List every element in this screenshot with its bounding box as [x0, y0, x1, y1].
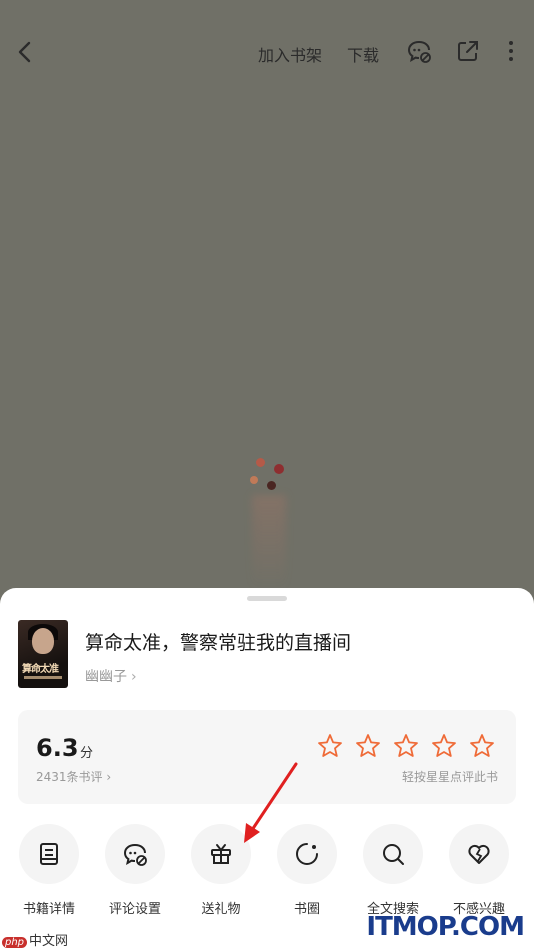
star-icon[interactable]: [392, 732, 420, 760]
star-icon[interactable]: [430, 732, 458, 760]
gift-icon: [211, 844, 231, 864]
download-button[interactable]: 下载: [347, 42, 379, 66]
loading-glow: [252, 495, 286, 590]
share-icon[interactable]: [455, 38, 481, 64]
rating-score-unit: 分: [80, 746, 94, 761]
more-icon[interactable]: [498, 38, 524, 64]
book-cover[interactable]: 算命太准: [18, 620, 68, 688]
comment-setting-icon[interactable]: [406, 38, 432, 64]
review-count-link[interactable]: 2431条书评 ›: [36, 768, 111, 785]
star-icon[interactable]: [354, 732, 382, 760]
star-icon[interactable]: [316, 732, 344, 760]
action-label: 送礼物: [201, 902, 241, 917]
drag-handle[interactable]: [247, 596, 287, 601]
loading-indicator: [248, 456, 288, 496]
cover-title: 算命太准: [22, 664, 59, 675]
star-icon[interactable]: [468, 732, 496, 760]
rating-panel: 6.3 分 2431条书评 › 轻按星星点评此书: [18, 710, 516, 804]
book-circle-button[interactable]: 书圈: [264, 824, 350, 920]
book-action-sheet: 算命太准 算命太准，警察常驻我的直播间 幽幽子 › 6.3 分 2431条书评 ›…: [0, 588, 534, 950]
back-icon[interactable]: [14, 38, 38, 66]
author-link[interactable]: 幽幽子 ›: [85, 666, 137, 686]
comment-setting-button[interactable]: 评论设置: [92, 824, 178, 920]
book-detail-button[interactable]: 书籍详情: [6, 824, 92, 920]
action-label: 书籍详情: [22, 902, 75, 917]
not-interested-icon: [468, 844, 490, 864]
watermark-left-text: 中文网: [29, 934, 69, 949]
rating-score: 6.3: [36, 734, 79, 762]
book-title: 算命太准，警察常驻我的直播间: [85, 632, 352, 654]
comment-setting-icon: [123, 844, 147, 866]
author-name: 幽幽子: [85, 669, 127, 685]
top-bar: 加入书架 下载: [0, 0, 534, 100]
add-to-shelf-button[interactable]: 加入书架: [258, 42, 322, 66]
not-interested-button[interactable]: 不感兴趣: [436, 824, 522, 920]
chevron-right-icon: ›: [131, 669, 137, 685]
watermark-badge: php: [2, 937, 28, 948]
full-text-search-button[interactable]: 全文搜索: [350, 824, 436, 920]
watermark-left: php 中文网: [2, 930, 68, 949]
book-detail-icon: [40, 843, 58, 865]
search-icon: [383, 844, 404, 865]
action-label: 书圈: [293, 902, 320, 917]
action-label: 评论设置: [108, 902, 161, 917]
circle-icon: [296, 843, 318, 865]
watermark-right: ITMOP.COM: [366, 912, 525, 942]
send-gift-button[interactable]: 送礼物: [178, 824, 264, 920]
rating-hint: 轻按星星点评此书: [401, 770, 498, 784]
